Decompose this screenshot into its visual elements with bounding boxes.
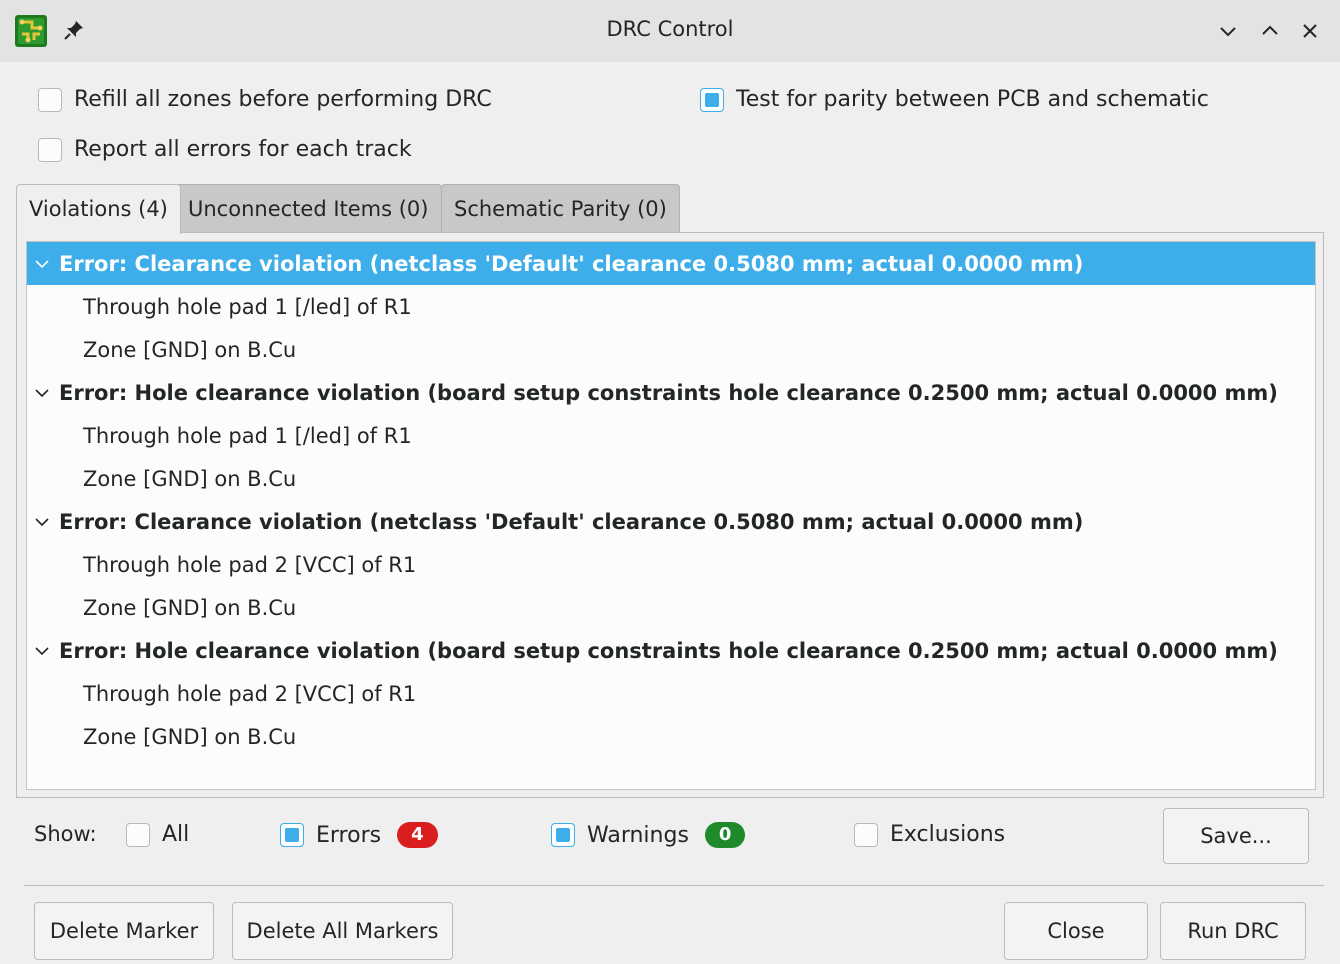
close-button[interactable]: Close (1004, 902, 1148, 960)
delete-marker-button[interactable]: Delete Marker (34, 902, 214, 960)
maximize-icon[interactable] (1258, 19, 1282, 43)
filter-exclusions-label: Exclusions (890, 822, 1006, 847)
refill-zones-checkbox[interactable] (38, 87, 62, 112)
filter-warnings-label: Warnings (587, 822, 689, 848)
violation-row[interactable]: Error: Hole clearance violation (board s… (27, 371, 1315, 414)
tab-violations[interactable]: Violations (4) (16, 184, 181, 234)
minimize-icon[interactable] (1216, 19, 1240, 43)
violation-row[interactable]: Error: Clearance violation (netclass 'De… (27, 242, 1315, 285)
violation-item[interactable]: Through hole pad 2 [VCC] of R1 (27, 672, 1315, 715)
chevron-down-icon[interactable] (33, 258, 59, 270)
show-label: Show: (34, 822, 97, 846)
tab-schematic-parity[interactable]: Schematic Parity (0) (441, 184, 680, 232)
test-parity-checkbox[interactable] (700, 87, 724, 112)
report-all-checkbox[interactable] (38, 137, 62, 162)
violation-title: Error: Clearance violation (netclass 'De… (59, 509, 1084, 534)
refill-zones-label: Refill all zones before performing DRC (74, 87, 492, 112)
violation-item[interactable]: Zone [GND] on B.Cu (27, 586, 1315, 629)
violation-row[interactable]: Error: Hole clearance violation (board s… (27, 629, 1315, 672)
report-all-option[interactable]: Report all errors for each track (38, 137, 412, 162)
filter-exclusions[interactable]: Exclusions (854, 822, 1005, 847)
refill-zones-option[interactable]: Refill all zones before performing DRC (38, 87, 492, 112)
close-icon[interactable] (1298, 19, 1322, 43)
filter-warnings-checkbox[interactable] (551, 823, 575, 847)
test-parity-label: Test for parity between PCB and schemati… (736, 87, 1209, 112)
filter-errors[interactable]: Errors 4 (280, 822, 438, 848)
violation-row[interactable]: Error: Clearance violation (netclass 'De… (27, 500, 1315, 543)
violation-item[interactable]: Through hole pad 2 [VCC] of R1 (27, 543, 1315, 586)
filter-errors-checkbox[interactable] (280, 823, 304, 847)
violation-title: Error: Hole clearance violation (board s… (59, 638, 1278, 663)
separator (24, 885, 1324, 886)
window-title: DRC Control (606, 17, 734, 41)
violation-item[interactable]: Zone [GND] on B.Cu (27, 457, 1315, 500)
chevron-down-icon[interactable] (33, 516, 59, 528)
filter-errors-label: Errors (316, 822, 382, 848)
violation-title: Error: Clearance violation (netclass 'De… (59, 251, 1084, 276)
chevron-down-icon[interactable] (33, 387, 59, 399)
filter-all-label: All (162, 822, 190, 847)
report-all-label: Report all errors for each track (74, 137, 412, 162)
violation-item[interactable]: Through hole pad 1 [/led] of R1 (27, 285, 1315, 328)
test-parity-option[interactable]: Test for parity between PCB and schemati… (700, 87, 1209, 112)
delete-all-markers-button[interactable]: Delete All Markers (232, 902, 453, 960)
filter-warnings[interactable]: Warnings 0 (551, 822, 746, 848)
violations-tree[interactable]: Error: Clearance violation (netclass 'De… (26, 241, 1316, 790)
chevron-down-icon[interactable] (33, 645, 59, 657)
warnings-count-badge: 0 (704, 822, 746, 848)
violation-item[interactable]: Zone [GND] on B.Cu (27, 328, 1315, 371)
filter-all-checkbox[interactable] (126, 822, 150, 847)
errors-count-badge: 4 (397, 822, 438, 848)
run-drc-button[interactable]: Run DRC (1160, 902, 1306, 960)
filter-exclusions-checkbox[interactable] (854, 822, 878, 847)
save-button[interactable]: Save... (1163, 808, 1309, 864)
violation-item[interactable]: Through hole pad 1 [/led] of R1 (27, 414, 1315, 457)
tab-unconnected-items[interactable]: Unconnected Items (0) (175, 184, 442, 232)
violation-item[interactable]: Zone [GND] on B.Cu (27, 715, 1315, 758)
violation-title: Error: Hole clearance violation (board s… (59, 380, 1278, 405)
title-bar: DRC Control (0, 0, 1340, 62)
filter-all[interactable]: All (126, 822, 189, 847)
